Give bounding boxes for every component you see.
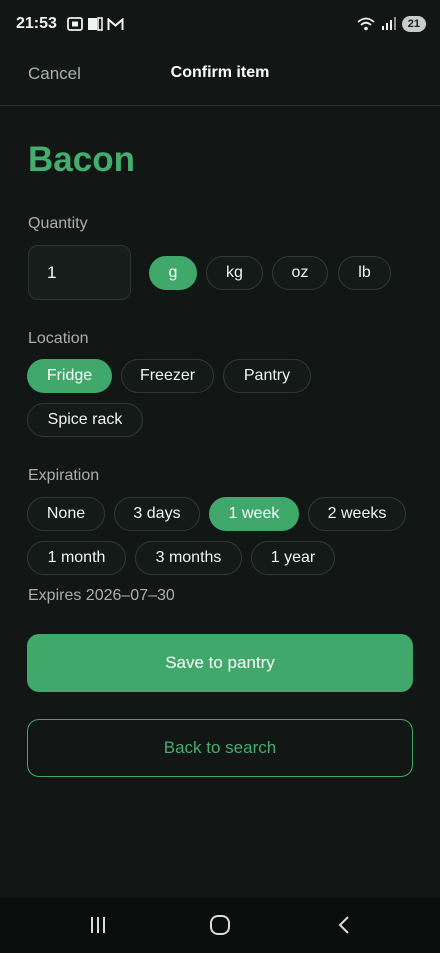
- status-notification-icons: [67, 17, 124, 31]
- expiration-chip-3-days[interactable]: 3 days: [114, 497, 200, 531]
- back-button[interactable]: [329, 912, 359, 938]
- wifi-icon: [357, 17, 375, 31]
- gmail-icon: [107, 17, 124, 30]
- top-app-bar: Confirm item Cancel: [0, 48, 440, 106]
- battery-indicator: 21: [401, 16, 426, 32]
- home-icon: [210, 915, 230, 935]
- unit-chip-kg[interactable]: kg: [206, 256, 263, 290]
- expires-date-text: Expires 2026–07–30: [28, 587, 175, 604]
- expiration-chip-3-months[interactable]: 3 months: [135, 541, 242, 575]
- status-bar: 21:53 21: [0, 0, 440, 48]
- location-label: Location: [28, 330, 89, 347]
- expiration-chip-1-year[interactable]: 1 year: [251, 541, 335, 575]
- item-name: Bacon: [28, 140, 135, 179]
- back-to-search-button[interactable]: Back to search: [27, 719, 413, 777]
- expiration-chip-none[interactable]: None: [27, 497, 105, 531]
- status-time: 21:53: [16, 15, 57, 32]
- recent-apps-button[interactable]: [83, 912, 113, 938]
- expiration-chip-1-month[interactable]: 1 month: [27, 541, 126, 575]
- screenshot-icon: [67, 17, 83, 31]
- system-nav-bar: [0, 898, 440, 953]
- location-chip-spice-rack[interactable]: Spice rack: [27, 403, 143, 437]
- signal-icon: [381, 17, 396, 30]
- unit-chip-g[interactable]: g: [149, 256, 197, 290]
- unit-chip-oz[interactable]: oz: [272, 256, 328, 290]
- recent-apps-icon: [91, 917, 105, 933]
- status-left: 21:53: [16, 15, 124, 33]
- quantity-label: Quantity: [28, 215, 88, 232]
- status-right: 21: [357, 16, 426, 32]
- home-button[interactable]: [205, 912, 235, 938]
- cancel-button[interactable]: Cancel: [28, 64, 81, 84]
- location-chip-pantry[interactable]: Pantry: [223, 359, 311, 393]
- location-chip-fridge[interactable]: Fridge: [27, 359, 112, 393]
- save-to-pantry-button[interactable]: Save to pantry: [27, 634, 413, 692]
- expiration-label: Expiration: [28, 467, 100, 484]
- unit-chip-lb[interactable]: lb: [338, 256, 391, 290]
- expiration-chip-1-week[interactable]: 1 week: [209, 497, 299, 531]
- quantity-input[interactable]: 1: [28, 245, 131, 300]
- expiration-chip-2-weeks[interactable]: 2 weeks: [308, 497, 406, 531]
- location-chip-freezer[interactable]: Freezer: [121, 359, 214, 393]
- back-chevron-icon: [338, 916, 349, 934]
- cast-icon: [87, 17, 103, 31]
